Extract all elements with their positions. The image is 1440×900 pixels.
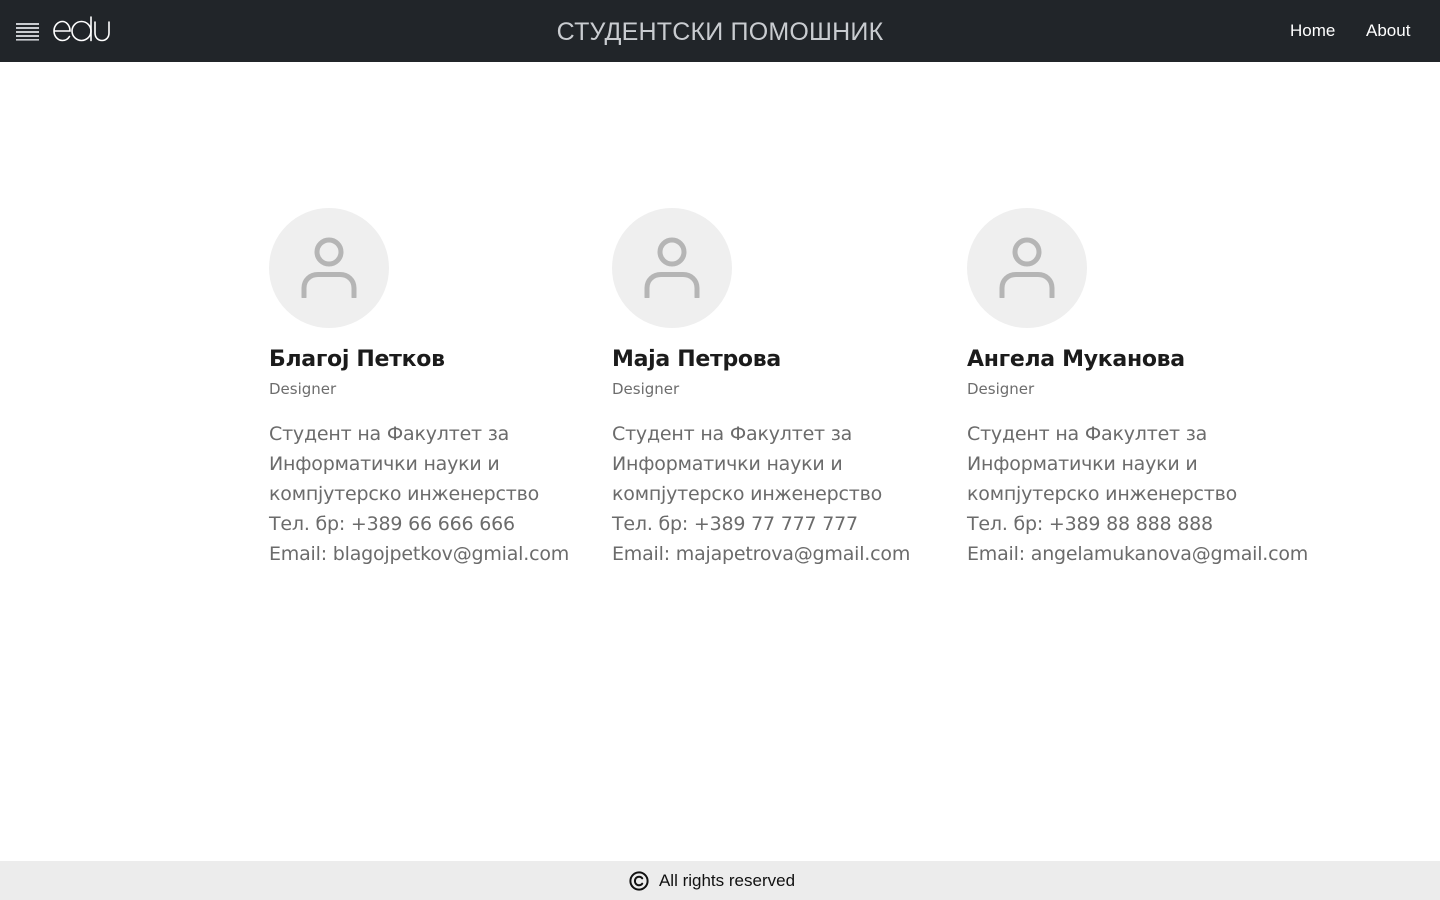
member-bio: Студент на Факултет за Информатички наук… bbox=[612, 419, 952, 569]
footer: All rights reserved bbox=[0, 861, 1440, 900]
avatar bbox=[967, 208, 1087, 328]
bio-line: Студент на Факултет за bbox=[967, 423, 1208, 445]
member-name: Маја Петрова bbox=[612, 347, 781, 372]
team-member-card: Благој Петков Designer Студент на Факулт… bbox=[269, 208, 609, 569]
user-icon bbox=[644, 237, 700, 298]
copyright-icon bbox=[629, 870, 649, 891]
member-role: Designer bbox=[612, 380, 680, 398]
app-title: СТУДЕНТСКИ ПОМОШНИК bbox=[556, 18, 884, 46]
member-bio: Студент на Факултет за Информатички наук… bbox=[967, 419, 1309, 569]
member-bio: Студент на Факултет за Информатички наук… bbox=[269, 419, 609, 569]
top-navbar: СТУДЕНТСКИ ПОМОШНИК Home About bbox=[0, 0, 1440, 62]
member-phone: Тел. бр: +389 66 666 666 bbox=[269, 513, 515, 535]
copyright-text: All rights reserved bbox=[658, 870, 796, 890]
member-name: Благој Петков bbox=[269, 347, 445, 372]
nav-about-link[interactable]: About bbox=[1366, 0, 1410, 62]
avatar bbox=[612, 208, 732, 328]
bio-line: компјутерско инженерство bbox=[269, 483, 540, 505]
team-member-card: Ангела Муканова Designer Студент на Факу… bbox=[967, 208, 1309, 569]
member-phone: Тел. бр: +389 88 888 888 bbox=[967, 513, 1213, 535]
bio-line: компјутерско инженерство bbox=[612, 483, 883, 505]
member-email: Email: blagojpetkov@gmial.com bbox=[269, 543, 570, 565]
member-role: Designer bbox=[269, 380, 337, 398]
user-icon bbox=[999, 237, 1055, 298]
bio-line: Студент на Факултет за bbox=[612, 423, 853, 445]
member-email: Email: angelamukanova@gmail.com bbox=[967, 543, 1309, 565]
member-role: Designer bbox=[967, 380, 1035, 398]
avatar bbox=[269, 208, 389, 328]
bio-line: компјутерско инженерство bbox=[967, 483, 1238, 505]
bio-line: Студент на Факултет за bbox=[269, 423, 510, 445]
menu-icon[interactable] bbox=[16, 20, 40, 42]
bio-line: Информатички науки и bbox=[269, 453, 500, 475]
member-email: Email: majapetrova@gmail.com bbox=[612, 543, 911, 565]
bio-line: Информатички науки и bbox=[612, 453, 843, 475]
bio-line: Информатички науки и bbox=[967, 453, 1198, 475]
team-member-card: Маја Петрова Designer Студент на Факулте… bbox=[612, 208, 952, 569]
nav-home-link[interactable]: Home bbox=[1290, 0, 1335, 62]
user-icon bbox=[301, 237, 357, 298]
member-name: Ангела Муканова bbox=[967, 347, 1185, 372]
member-phone: Тел. бр: +389 77 777 777 bbox=[612, 513, 858, 535]
edu-logo[interactable] bbox=[52, 12, 112, 46]
